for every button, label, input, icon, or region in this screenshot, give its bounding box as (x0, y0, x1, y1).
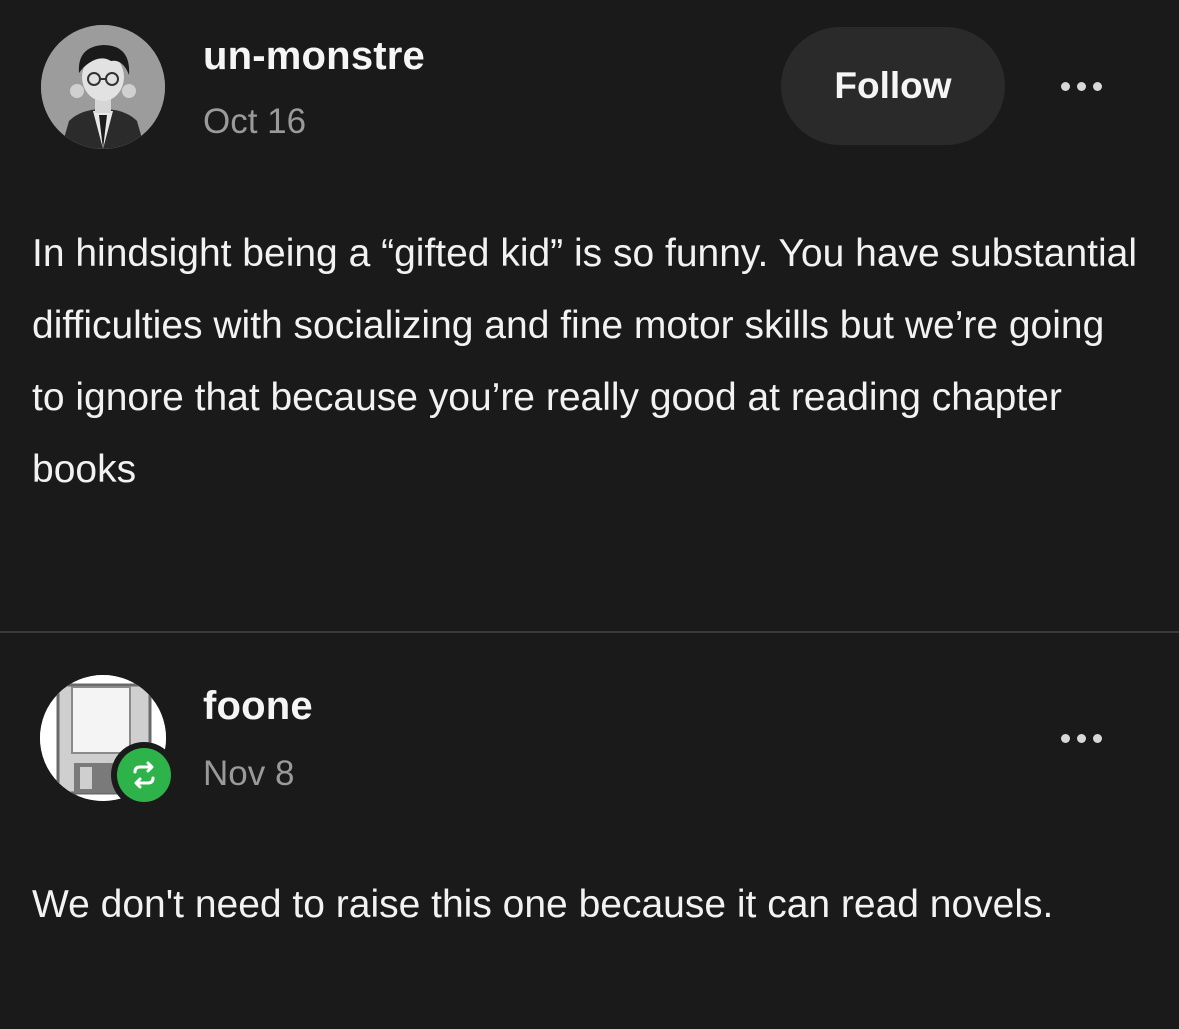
post-body: We don't need to raise this one because … (32, 883, 1054, 926)
post-body: In hindsight being a “gifted kid” is so … (32, 232, 1138, 491)
more-options-button[interactable] (1046, 66, 1116, 106)
person-illustration-icon (41, 25, 165, 149)
ellipsis-icon (1060, 733, 1070, 743)
username[interactable]: foone (203, 684, 313, 729)
post-original: un-monstre Oct 16 Follow In hindsight be… (0, 0, 1179, 632)
post-date[interactable]: Oct 16 (203, 102, 306, 142)
post-date[interactable]: Nov 8 (203, 754, 294, 794)
avatar[interactable] (41, 25, 165, 149)
follow-button[interactable]: Follow (781, 27, 1005, 145)
reblog-icon (117, 748, 171, 802)
username[interactable]: un-monstre (203, 34, 425, 79)
more-options-button[interactable] (1046, 718, 1116, 758)
reblog-badge (111, 742, 177, 808)
post-reblog (0, 633, 1179, 1029)
ellipsis-icon (1060, 81, 1070, 91)
